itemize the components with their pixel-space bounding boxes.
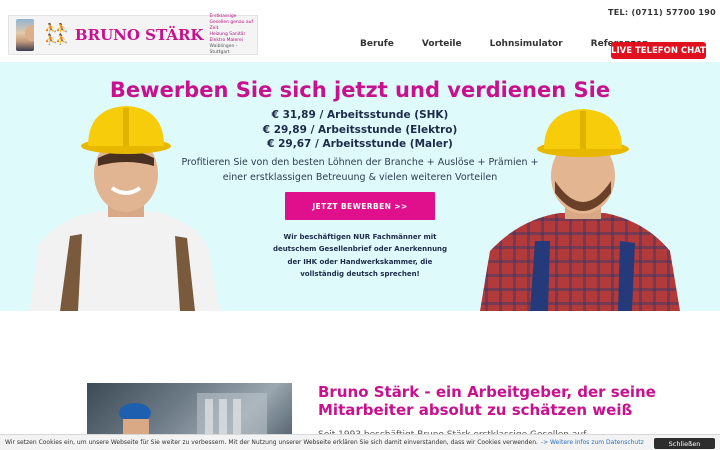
apply-now-button[interactable]: JETZT BEWERBEN >> <box>285 192 435 220</box>
privacy-link[interactable]: -> Weitere Infos zum Datenschutz <box>541 439 644 446</box>
site-header: TEL: (0711) 57700 190 ⛹⛹⛹⛹ BRUNO STÄRK E… <box>0 0 720 62</box>
phone-number[interactable]: TEL: (0711) 57700 190 <box>608 8 716 17</box>
logo-tagline: Erstklassige Gesellen genau auf Zeit Hei… <box>209 14 254 55</box>
hero-title: Bewerben Sie sich jetzt und verdienen Si… <box>109 78 611 102</box>
rate-shk: € 31,89 / Arbeitsstunde (SHK) <box>271 109 449 121</box>
cookie-close-button[interactable]: Schließen <box>654 438 715 449</box>
logo-portrait <box>16 19 35 51</box>
nav-vorteile[interactable]: Vorteile <box>422 39 462 49</box>
nav-berufe[interactable]: Berufe <box>360 39 394 49</box>
logo-name: BRUNO STÄRK <box>74 26 204 44</box>
cookie-banner: Wir setzen Cookies ein, um unsere Websei… <box>0 434 720 450</box>
cookie-text: Wir setzen Cookies ein, um unsere Websei… <box>5 439 538 446</box>
main-nav: Berufe Vorteile Lohnsimulator Referenzen <box>360 39 648 49</box>
brand-logo[interactable]: ⛹⛹⛹⛹ BRUNO STÄRK Erstklassige Gesellen g… <box>8 14 258 55</box>
about-heading: Bruno Stärk - ein Arbeitgeber, der seine… <box>318 383 656 419</box>
rate-maler: € 29,67 / Arbeitsstunde (Maler) <box>267 138 453 150</box>
nav-lohnsimulator[interactable]: Lohnsimulator <box>490 39 563 49</box>
hourly-rates: € 31,89 / Arbeitsstunde (SHK) € 29,89 / … <box>0 108 720 152</box>
rate-elektro: € 29,89 / Arbeitsstunde (Elektro) <box>262 123 458 136</box>
requirements-note: Wir beschäftigen NUR Fachmänner mit deut… <box>272 233 448 278</box>
logo-figures-icon: ⛹⛹⛹⛹ <box>44 24 68 46</box>
hero-intro-text: Profitieren Sie von den besten Löhnen de… <box>181 157 539 183</box>
hero-section: Bewerben Sie sich jetzt und verdienen Si… <box>0 62 720 311</box>
live-chat-button[interactable]: LIVE TELEFON CHAT <box>611 42 706 59</box>
